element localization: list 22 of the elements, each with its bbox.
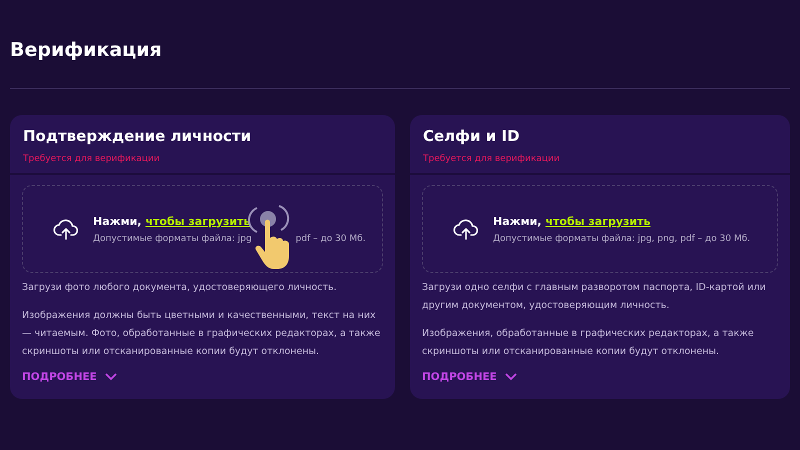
more-button[interactable]: ПОДРОБНЕЕ	[22, 371, 117, 383]
file-format-hint: pdf – до 30 Мб.	[296, 234, 366, 244]
page-title: Верификация	[10, 38, 163, 63]
description-text: Изображения, обработанные в графических редакторах, а также скриншоты или отсканированные копии будут отклонены.	[422, 327, 755, 359]
upload-prompt: Нажми,	[93, 214, 142, 228]
file-format-hint: Допустимые форматы файла: jpg, png, pdf – до 30 Мб.	[493, 234, 750, 244]
upload-prompt: Нажми,	[493, 214, 542, 228]
more-button[interactable]: ПОДРОБНЕЕ	[422, 371, 517, 383]
upload-dropzone[interactable]: Нажми, чтобы загрузить Допустимые форматы файла: jpg, png, pdf – до 30 Мб.	[422, 185, 778, 273]
upload-link[interactable]: чтобы загрузить	[545, 214, 650, 228]
upload-cloud-icon	[453, 217, 479, 241]
required-label: Требуется для верификации	[423, 153, 561, 165]
description-text: Изображения должны быть цветными и качественными, текст на них — читаемым. Фото, обработанные в графических редакторах, а также скриншоты или отсканированные копии будут отклонены.	[22, 309, 382, 359]
file-format-hint: Допустимые форматы файла: jpg	[93, 234, 252, 244]
upload-cloud-icon	[53, 217, 79, 241]
description-text: Загрузи фото любого документа, удостоверяющего личность.	[22, 281, 338, 295]
chevron-down-icon	[504, 373, 517, 381]
chevron-down-icon	[104, 373, 117, 381]
required-label: Требуется для верификации	[23, 153, 161, 165]
card-title: Селфи и ID	[423, 127, 521, 145]
card-title: Подтверждение личности	[23, 127, 252, 145]
description-text: Загрузи одно селфи с главным разворотом паспорта, ID-картой или другим документом, удостоверяющим личность.	[422, 281, 767, 313]
